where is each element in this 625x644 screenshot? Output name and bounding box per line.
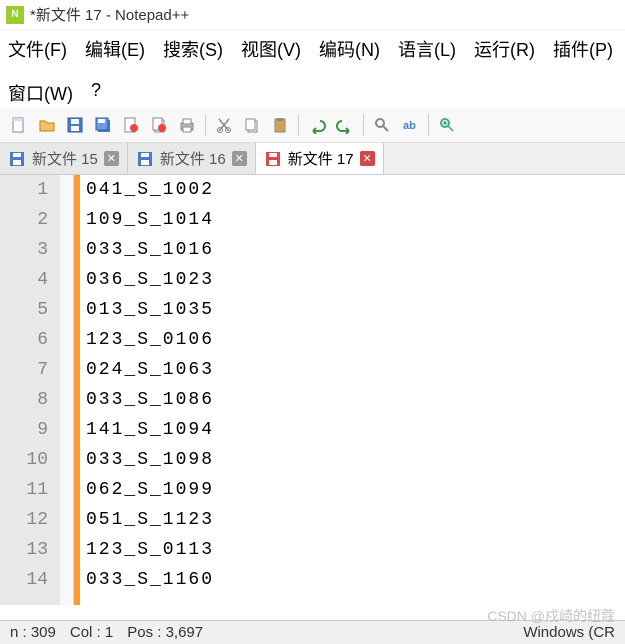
copy-icon[interactable] bbox=[239, 112, 265, 138]
text-line[interactable]: 109_S_1014 bbox=[86, 205, 625, 235]
save-icon bbox=[136, 150, 154, 168]
save-all-icon[interactable] bbox=[90, 112, 116, 138]
save-icon[interactable] bbox=[62, 112, 88, 138]
open-file-icon[interactable] bbox=[34, 112, 60, 138]
cut-icon[interactable] bbox=[211, 112, 237, 138]
unsaved-icon bbox=[264, 150, 282, 168]
text-line[interactable]: 033_S_1016 bbox=[86, 235, 625, 265]
status-col: Col : 1 bbox=[70, 624, 113, 641]
line-number: 3 bbox=[8, 235, 48, 265]
text-line[interactable]: 123_S_0106 bbox=[86, 325, 625, 355]
text-line[interactable]: 033_S_1086 bbox=[86, 385, 625, 415]
toolbar: ab bbox=[0, 108, 625, 143]
tab-label: 新文件 15 bbox=[32, 148, 98, 169]
window-title: *新文件 17 - Notepad++ bbox=[30, 4, 189, 25]
line-number-gutter: 1234567891011121314 bbox=[0, 175, 60, 605]
separator bbox=[428, 114, 429, 136]
menu-plugins[interactable]: 插件(P) bbox=[553, 36, 613, 62]
tab-label: 新文件 16 bbox=[160, 148, 226, 169]
replace-icon[interactable]: ab bbox=[397, 112, 423, 138]
tab-file-15[interactable]: 新文件 15 ✕ bbox=[0, 143, 128, 174]
close-all-icon[interactable] bbox=[146, 112, 172, 138]
line-number: 8 bbox=[8, 385, 48, 415]
line-number: 13 bbox=[8, 535, 48, 565]
menu-edit[interactable]: 编辑(E) bbox=[85, 36, 145, 62]
undo-icon[interactable] bbox=[304, 112, 330, 138]
tab-file-16[interactable]: 新文件 16 ✕ bbox=[128, 143, 256, 174]
redo-icon[interactable] bbox=[332, 112, 358, 138]
status-line: n : 309 bbox=[10, 624, 56, 641]
new-file-icon[interactable] bbox=[6, 112, 32, 138]
separator bbox=[363, 114, 364, 136]
menu-bar: 文件(F) 编辑(E) 搜索(S) 视图(V) 编码(N) 语言(L) 运行(R… bbox=[0, 30, 625, 108]
text-line[interactable]: 141_S_1094 bbox=[86, 415, 625, 445]
menu-help[interactable]: ? bbox=[91, 80, 101, 106]
paste-icon[interactable] bbox=[267, 112, 293, 138]
text-line[interactable]: 024_S_1063 bbox=[86, 355, 625, 385]
tab-bar: 新文件 15 ✕ 新文件 16 ✕ 新文件 17 ✕ bbox=[0, 143, 625, 175]
tab-file-17[interactable]: 新文件 17 ✕ bbox=[256, 143, 384, 174]
line-number: 1 bbox=[8, 175, 48, 205]
menu-window[interactable]: 窗口(W) bbox=[8, 80, 73, 106]
tab-label: 新文件 17 bbox=[288, 148, 354, 169]
text-line[interactable]: 051_S_1123 bbox=[86, 505, 625, 535]
menu-language[interactable]: 语言(L) bbox=[398, 36, 456, 62]
close-icon[interactable] bbox=[118, 112, 144, 138]
line-number: 11 bbox=[8, 475, 48, 505]
line-number: 2 bbox=[8, 205, 48, 235]
app-icon: N bbox=[6, 6, 24, 24]
find-icon[interactable] bbox=[369, 112, 395, 138]
save-icon bbox=[8, 150, 26, 168]
editor-area: 1234567891011121314 041_S_1002109_S_1014… bbox=[0, 175, 625, 605]
text-line[interactable]: 033_S_1098 bbox=[86, 445, 625, 475]
status-pos: Pos : 3,697 bbox=[127, 624, 203, 641]
separator bbox=[205, 114, 206, 136]
close-icon[interactable]: ✕ bbox=[360, 151, 375, 166]
print-icon[interactable] bbox=[174, 112, 200, 138]
close-icon[interactable]: ✕ bbox=[232, 151, 247, 166]
line-number: 14 bbox=[8, 565, 48, 595]
separator bbox=[298, 114, 299, 136]
line-number: 10 bbox=[8, 445, 48, 475]
fold-column bbox=[60, 175, 74, 605]
text-line[interactable]: 062_S_1099 bbox=[86, 475, 625, 505]
menu-search[interactable]: 搜索(S) bbox=[163, 36, 223, 62]
line-number: 4 bbox=[8, 265, 48, 295]
menu-view[interactable]: 视图(V) bbox=[241, 36, 301, 62]
svg-text:ab: ab bbox=[403, 120, 416, 132]
zoom-in-icon[interactable] bbox=[434, 112, 460, 138]
text-line[interactable]: 123_S_0113 bbox=[86, 535, 625, 565]
close-icon[interactable]: ✕ bbox=[104, 151, 119, 166]
title-bar: N *新文件 17 - Notepad++ bbox=[0, 0, 625, 30]
text-line[interactable]: 013_S_1035 bbox=[86, 295, 625, 325]
text-line[interactable]: 041_S_1002 bbox=[86, 175, 625, 205]
text-line[interactable]: 036_S_1023 bbox=[86, 265, 625, 295]
menu-file[interactable]: 文件(F) bbox=[8, 36, 67, 62]
text-content[interactable]: 041_S_1002109_S_1014033_S_1016036_S_1023… bbox=[80, 175, 625, 605]
status-encoding: Windows (CR bbox=[523, 624, 615, 641]
text-line[interactable]: 033_S_1160 bbox=[86, 565, 625, 595]
line-number: 7 bbox=[8, 355, 48, 385]
line-number: 5 bbox=[8, 295, 48, 325]
line-number: 9 bbox=[8, 415, 48, 445]
line-number: 12 bbox=[8, 505, 48, 535]
watermark: CSDN @戍崎的纽蔻 bbox=[487, 606, 615, 626]
line-number: 6 bbox=[8, 325, 48, 355]
menu-run[interactable]: 运行(R) bbox=[474, 36, 535, 62]
menu-encoding[interactable]: 编码(N) bbox=[319, 36, 380, 62]
